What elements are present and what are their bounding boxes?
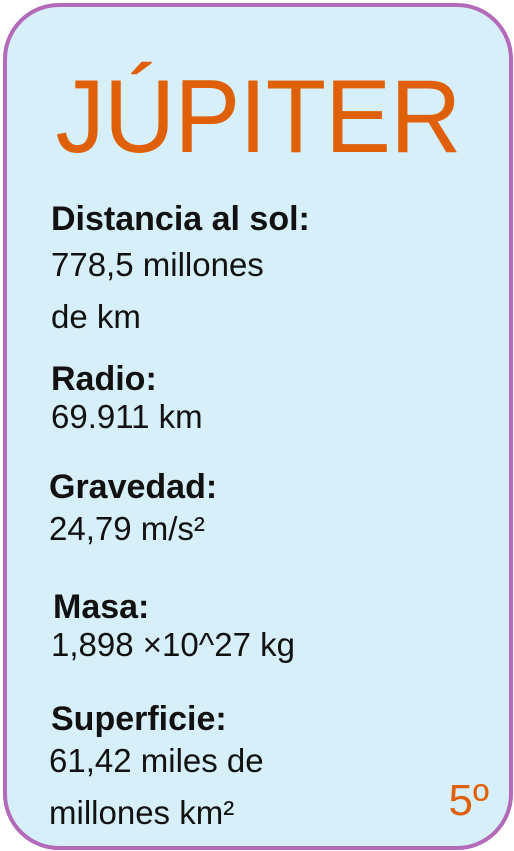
surface-value: 61,42 miles de millones km² bbox=[49, 742, 264, 831]
distance-value: 778,5 millones de km bbox=[51, 246, 264, 335]
radius-value: 69.911 km bbox=[51, 398, 203, 435]
surface-label: Superficie: bbox=[51, 700, 227, 738]
planet-card: JÚPITER Distancia al sol: 778,5 millones… bbox=[3, 3, 513, 850]
planet-title: JÚPITER bbox=[55, 59, 461, 175]
planet-order-badge: 5º bbox=[448, 776, 489, 825]
distance-label: Distancia al sol: bbox=[51, 200, 310, 238]
mass-value: 1,898 ×10^27 kg bbox=[51, 626, 295, 663]
gravity-label: Gravedad: bbox=[49, 468, 218, 506]
gravity-value: 24,79 m/s² bbox=[49, 510, 205, 547]
